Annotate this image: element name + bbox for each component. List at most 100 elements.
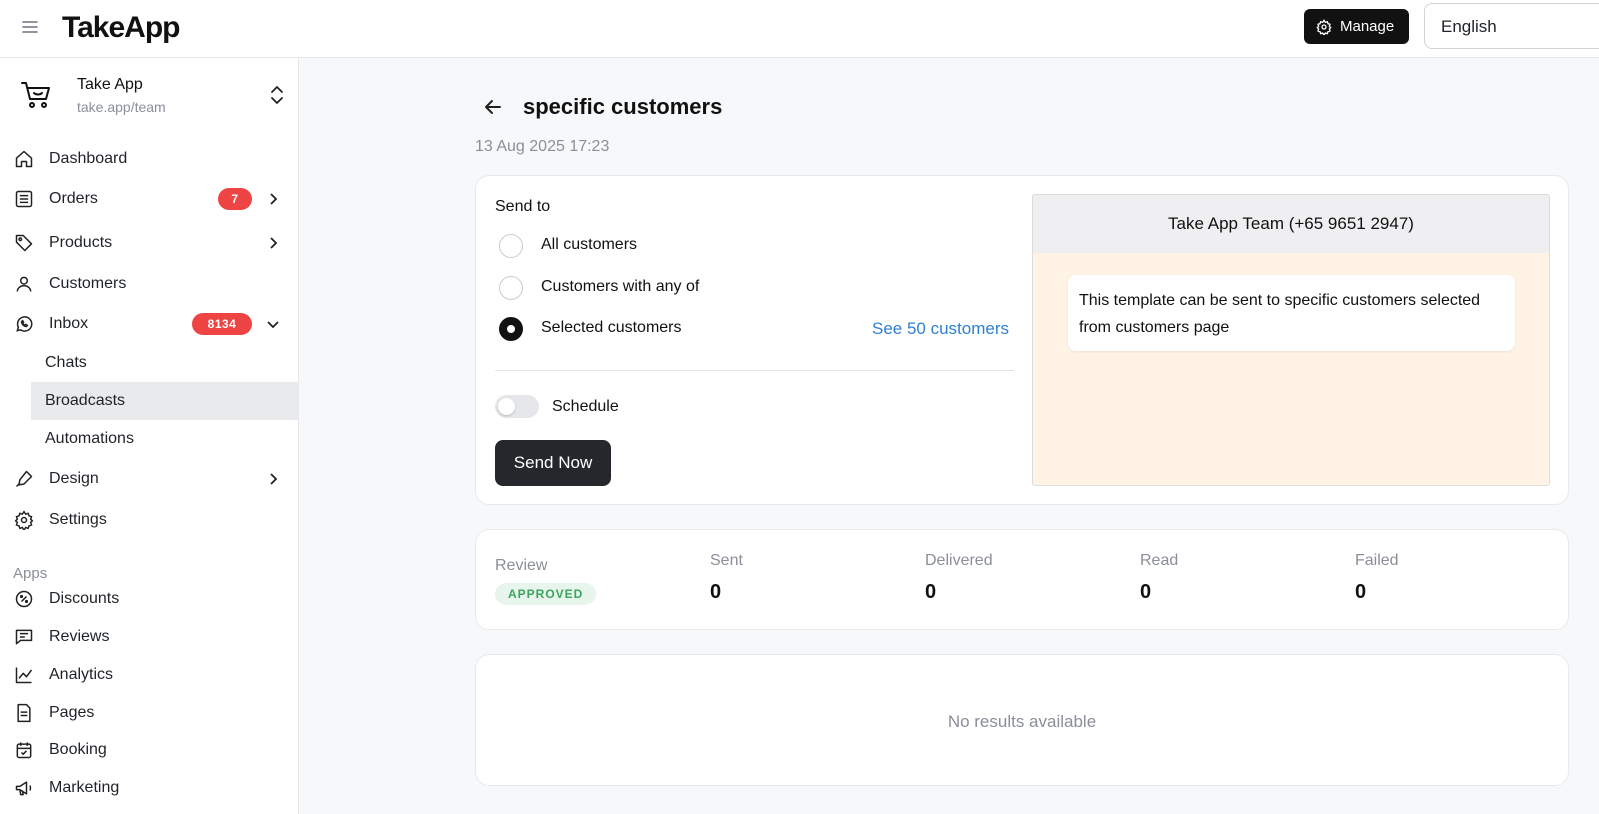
chevron-down-icon (266, 317, 280, 331)
back-arrow-icon[interactable] (482, 96, 504, 118)
chevron-right-icon (266, 472, 280, 486)
megaphone-icon (14, 778, 34, 798)
sidebar-item-orders[interactable]: Orders 7 (0, 180, 298, 218)
review-label: Review (495, 557, 548, 574)
status-badge: APPROVED (495, 583, 597, 605)
manage-label: Manage (1340, 18, 1395, 35)
send-card: Send to All customers Customers with any… (475, 175, 1569, 505)
sidebar-item-label: Analytics (49, 666, 114, 683)
user-icon (14, 274, 34, 294)
sidebar-item-label: Customers (49, 275, 127, 292)
sidebar-item-analytics[interactable]: Analytics (0, 656, 298, 694)
orders-list-icon (14, 189, 34, 209)
sidebar-item-label: Settings (49, 511, 107, 528)
stat-label: Sent (710, 552, 743, 569)
tag-icon (14, 233, 34, 253)
sidebar-subitem-broadcasts[interactable]: Broadcasts (31, 382, 299, 420)
sidebar-item-label: Booking (49, 741, 107, 758)
sidebar-item-label: Inbox (49, 315, 89, 332)
sidebar-item-design[interactable]: Design (0, 460, 298, 498)
chevron-right-icon (266, 192, 280, 206)
schedule-toggle[interactable] (495, 395, 539, 418)
send-to-label: Send to (495, 198, 551, 215)
option-customers-with-any-of[interactable]: Customers with any of (499, 276, 1009, 300)
store-name: Take App (77, 76, 143, 93)
empty-results-text: No results available (947, 712, 1097, 731)
failed-stat: Failed 0 (1355, 552, 1399, 604)
sidebar-item-customers[interactable]: Customers (0, 265, 298, 303)
sidebar-item-settings[interactable]: Settings (0, 501, 298, 539)
page-icon (14, 703, 34, 723)
sidebar-item-label: Design (49, 470, 99, 487)
message-bubble: This template can be sent to specific cu… (1068, 275, 1515, 351)
schedule-label: Schedule (552, 398, 619, 415)
sidebar-item-dashboard[interactable]: Dashboard (0, 140, 298, 178)
gear-icon (1316, 18, 1332, 35)
stat-label: Failed (1355, 552, 1399, 569)
manage-button[interactable]: Manage (1304, 9, 1409, 44)
delivered-stat: Delivered 0 (925, 552, 993, 604)
sidebar-item-label: Reviews (49, 628, 110, 645)
reviews-icon (14, 627, 34, 647)
page-title: specific customers (523, 94, 723, 119)
gear-icon (14, 510, 34, 530)
radio-selected-customers[interactable] (499, 317, 523, 341)
chevron-up-down-icon (269, 84, 285, 106)
sidebar-item-label: Marketing (49, 779, 120, 796)
sidebar: Take App take.app/team Dashboard Orders … (0, 58, 299, 814)
home-icon (14, 149, 34, 169)
store-switcher[interactable]: Take App take.app/team (20, 76, 285, 122)
review-stat: Review APPROVED (495, 557, 597, 605)
option-label: All customers (541, 236, 638, 253)
option-label: Selected customers (541, 319, 682, 336)
language-select[interactable]: English (1424, 3, 1599, 49)
stat-value: 0 (1140, 581, 1152, 603)
stat-value: 0 (710, 581, 722, 603)
top-bar: TakeApp Manage English (0, 0, 1599, 58)
sidebar-subitem-chats[interactable]: Chats (31, 344, 299, 382)
orders-count-badge: 7 (218, 188, 252, 210)
read-stat: Read 0 (1140, 552, 1178, 604)
app-logo[interactable]: TakeApp (62, 11, 180, 45)
calendar-icon (14, 740, 34, 760)
inbox-count-badge: 8134 (192, 313, 252, 335)
option-selected-customers[interactable]: Selected customers See 50 customers (499, 317, 1009, 341)
stats-card: Review APPROVED Sent 0 Delivered 0 Read … (475, 529, 1569, 630)
sidebar-item-marketing[interactable]: Marketing (0, 769, 298, 807)
broadcast-timestamp: 13 Aug 2025 17:23 (475, 138, 610, 155)
stat-label: Read (1140, 552, 1179, 569)
option-label: Customers with any of (541, 278, 700, 295)
stat-value: 0 (1355, 581, 1367, 603)
sidebar-item-label: Pages (49, 704, 95, 721)
hamburger-menu-icon[interactable] (20, 17, 40, 37)
whatsapp-icon (14, 314, 34, 334)
sidebar-item-label: Discounts (49, 590, 120, 607)
stat-label: Delivered (925, 552, 993, 569)
see-customers-link[interactable]: See 50 customers (872, 319, 1009, 339)
cart-icon (20, 79, 52, 111)
divider (495, 370, 1014, 371)
pen-icon (14, 469, 34, 489)
sidebar-item-booking[interactable]: Booking (0, 731, 298, 769)
stat-value: 0 (925, 581, 937, 603)
message-preview: Take App Team (+65 9651 2947) This templ… (1032, 194, 1550, 486)
radio-all-customers[interactable] (499, 234, 523, 258)
sidebar-item-reviews[interactable]: Reviews (0, 618, 298, 656)
option-all-customers[interactable]: All customers (499, 234, 1009, 258)
sidebar-subitem-automations[interactable]: Automations (31, 420, 299, 458)
sidebar-item-inbox[interactable]: Inbox 8134 (0, 305, 298, 343)
send-now-button[interactable]: Send Now (495, 440, 611, 486)
sidebar-item-label: Orders (49, 190, 98, 207)
sidebar-item-label: Products (49, 234, 113, 251)
sidebar-item-pages[interactable]: Pages (0, 694, 298, 732)
store-url: take.app/team (77, 99, 166, 115)
results-card: No results available (475, 654, 1569, 786)
sidebar-item-discounts[interactable]: Discounts (0, 580, 298, 618)
preview-header: Take App Team (+65 9651 2947) (1033, 195, 1549, 253)
sidebar-item-products[interactable]: Products (0, 224, 298, 262)
sidebar-item-label: Dashboard (49, 150, 128, 167)
radio-customers-with-any-of[interactable] (499, 276, 523, 300)
sent-stat: Sent 0 (710, 552, 743, 604)
analytics-icon (14, 665, 34, 685)
discount-icon (14, 589, 34, 609)
